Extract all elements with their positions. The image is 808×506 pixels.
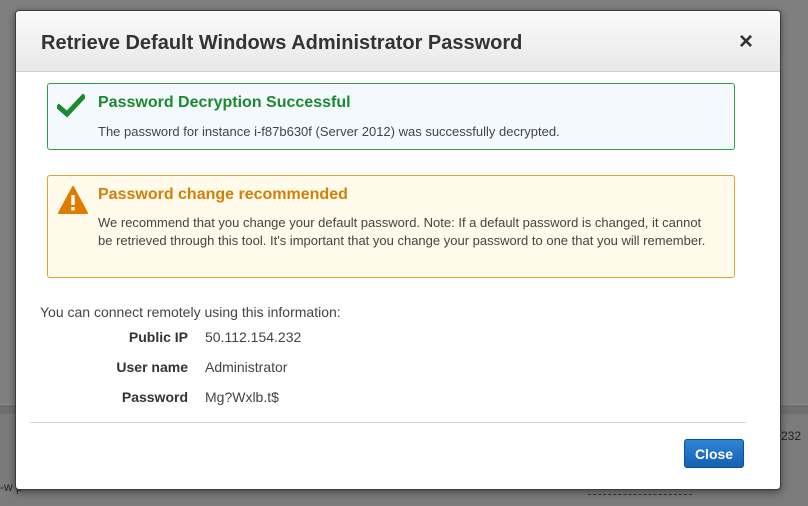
dialog-title: Retrieve Default Windows Administrator P…	[41, 32, 523, 54]
background-ip-fragment: 232	[781, 429, 802, 443]
password-label: Password	[121, 389, 188, 405]
close-button[interactable]: Close	[684, 439, 744, 468]
success-alert-message: The password for instance i-f87b630f (Se…	[98, 124, 560, 139]
dialog-header: Retrieve Default Windows Administrator P…	[16, 11, 780, 72]
public-ip-label: Public IP	[128, 329, 188, 345]
close-icon[interactable]: ×	[735, 30, 757, 54]
public-ip-row: Public IP 50.112.154.232	[16, 329, 780, 351]
warning-alert-message: We recommend that you change your defaul…	[98, 215, 706, 248]
warning-alert: Password change recommended We recommend…	[47, 175, 735, 278]
username-value[interactable]: Administrator	[205, 359, 287, 375]
username-label: User name	[116, 359, 188, 375]
username-row: User name Administrator	[16, 359, 780, 381]
password-value[interactable]: Mg?Wxlb.t$	[205, 389, 279, 405]
connect-intro-text: You can connect remotely using this info…	[40, 304, 341, 320]
background-dashed-link	[588, 494, 692, 495]
checkmark-icon	[57, 93, 85, 118]
success-alert: Password Decryption Successful The passw…	[47, 83, 735, 150]
footer-divider	[30, 422, 746, 423]
success-alert-title: Password Decryption Successful	[98, 94, 351, 111]
warning-alert-title: Password change recommended	[98, 186, 348, 203]
password-dialog: Retrieve Default Windows Administrator P…	[15, 10, 781, 490]
warning-triangle-icon	[58, 186, 88, 214]
public-ip-value[interactable]: 50.112.154.232	[205, 329, 301, 345]
password-row: Password Mg?Wxlb.t$	[16, 389, 780, 411]
